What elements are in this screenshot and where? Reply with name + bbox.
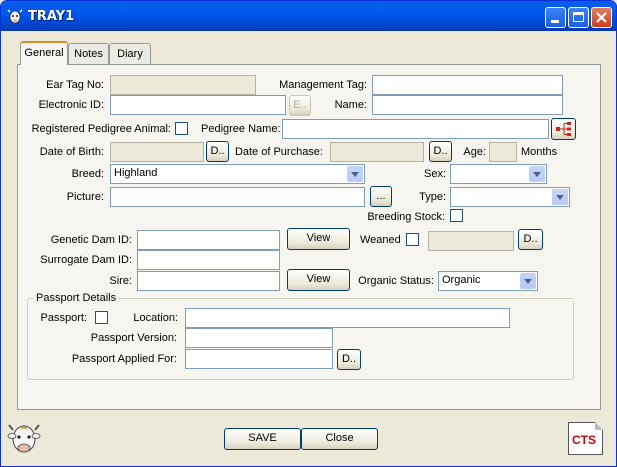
location-label: Location: (133, 312, 178, 324)
tab-notes[interactable]: Notes (68, 43, 109, 64)
organic-status-select[interactable]: Organic (438, 271, 538, 291)
surrogate-dam-field[interactable] (137, 250, 280, 270)
picture-label: Picture: (66, 191, 104, 203)
cts-logo: CTS (568, 422, 603, 455)
chevron-down-icon (520, 273, 536, 289)
tab-diary[interactable]: Diary (109, 43, 151, 64)
close-button[interactable]: Close (301, 428, 378, 450)
minimize-button[interactable] (545, 7, 566, 28)
passport-version-field[interactable] (185, 328, 333, 348)
passport-version-label: Passport Version: (90, 332, 177, 344)
sire-view-button[interactable]: View (287, 269, 350, 291)
maximize-button[interactable] (568, 7, 589, 28)
dop-label: Date of Purchase: (234, 146, 323, 158)
passport-label: Passport: (40, 312, 87, 324)
dob-label: Date of Birth: (39, 146, 104, 158)
cow-icon (7, 9, 23, 24)
age-label: Age: (463, 146, 486, 158)
breed-select-value: Highland (114, 167, 158, 179)
sex-label: Sex: (423, 168, 446, 180)
genetic-dam-view-button[interactable]: View (287, 228, 350, 250)
type-label: Type: (419, 191, 446, 203)
breed-label: Breed: (71, 168, 104, 180)
breeding-stock-label: Breeding Stock: (367, 211, 445, 223)
name-field[interactable] (372, 95, 563, 115)
pedigree-tree-icon (556, 122, 571, 136)
organic-status-value: Organic (442, 274, 481, 286)
ear-tag-label: Ear Tag No: (46, 79, 104, 91)
tab-general[interactable]: General (20, 41, 68, 65)
electronic-id-label: Electronic ID: (38, 99, 104, 111)
minimize-icon (551, 20, 559, 23)
name-label: Name: (334, 99, 367, 111)
window-title: TRAY1 (28, 9, 75, 24)
surrogate-dam-label: Surrogate Dam ID: (40, 254, 132, 266)
cts-logo-text: CTS (572, 433, 596, 447)
picture-browse-button[interactable]: ... (370, 186, 392, 207)
electronic-id-e-button[interactable]: E.. (289, 95, 311, 116)
ear-tag-field[interactable] (110, 75, 256, 95)
chevron-down-icon (529, 166, 545, 182)
age-field[interactable] (489, 142, 517, 162)
location-field[interactable] (185, 308, 510, 328)
genetic-dam-label: Genetic Dam ID: (50, 234, 132, 246)
sire-label: Sire: (109, 275, 132, 287)
title-bar[interactable]: TRAY1 (1, 1, 616, 31)
pedigree-name-field[interactable] (282, 119, 549, 139)
breed-select[interactable]: Highland (110, 164, 365, 184)
page-fold-icon (595, 422, 603, 430)
genetic-dam-field[interactable] (137, 230, 280, 250)
registered-pedigree-label: Registered Pedigree Animal: (31, 123, 171, 135)
sex-select[interactable] (450, 164, 547, 184)
chevron-down-icon (347, 166, 363, 182)
weaned-checkbox[interactable] (406, 233, 419, 246)
passport-applied-field[interactable] (185, 349, 333, 369)
type-select[interactable] (450, 187, 570, 207)
app-window: TRAY1 General Notes Diary Ear Tag No: Ma… (0, 0, 617, 467)
pedigree-tree-button[interactable] (551, 118, 576, 140)
picture-field[interactable] (110, 187, 365, 207)
management-tag-field[interactable] (372, 75, 563, 95)
weaned-label: Weaned (360, 234, 401, 246)
close-icon (596, 12, 607, 23)
dop-field[interactable] (330, 142, 424, 162)
months-label: Months (521, 146, 558, 158)
chevron-down-icon (552, 189, 568, 205)
weaned-date-button[interactable]: D.. (518, 229, 543, 250)
passport-applied-date-button[interactable]: D.. (337, 349, 361, 370)
electronic-id-field[interactable] (110, 95, 286, 115)
passport-group-label: Passport Details (34, 292, 119, 305)
dob-date-button[interactable]: D.. (206, 141, 229, 162)
dob-field[interactable] (110, 142, 204, 162)
maximize-icon (573, 12, 584, 22)
management-tag-label: Management Tag: (279, 79, 367, 91)
passport-checkbox[interactable] (95, 311, 108, 324)
organic-status-label: Organic Status: (358, 275, 434, 287)
sire-field[interactable] (137, 271, 280, 291)
pedigree-name-label: Pedigree Name: (201, 123, 281, 135)
save-button[interactable]: SAVE (224, 428, 301, 450)
weaned-date-field[interactable] (428, 231, 514, 251)
passport-applied-label: Passport Applied For: (71, 353, 177, 365)
registered-pedigree-checkbox[interactable] (175, 122, 188, 135)
breeding-stock-checkbox[interactable] (450, 209, 463, 222)
close-window-button[interactable] (591, 7, 612, 28)
dop-date-button[interactable]: D.. (429, 141, 452, 162)
cow-logo-icon (7, 424, 41, 453)
